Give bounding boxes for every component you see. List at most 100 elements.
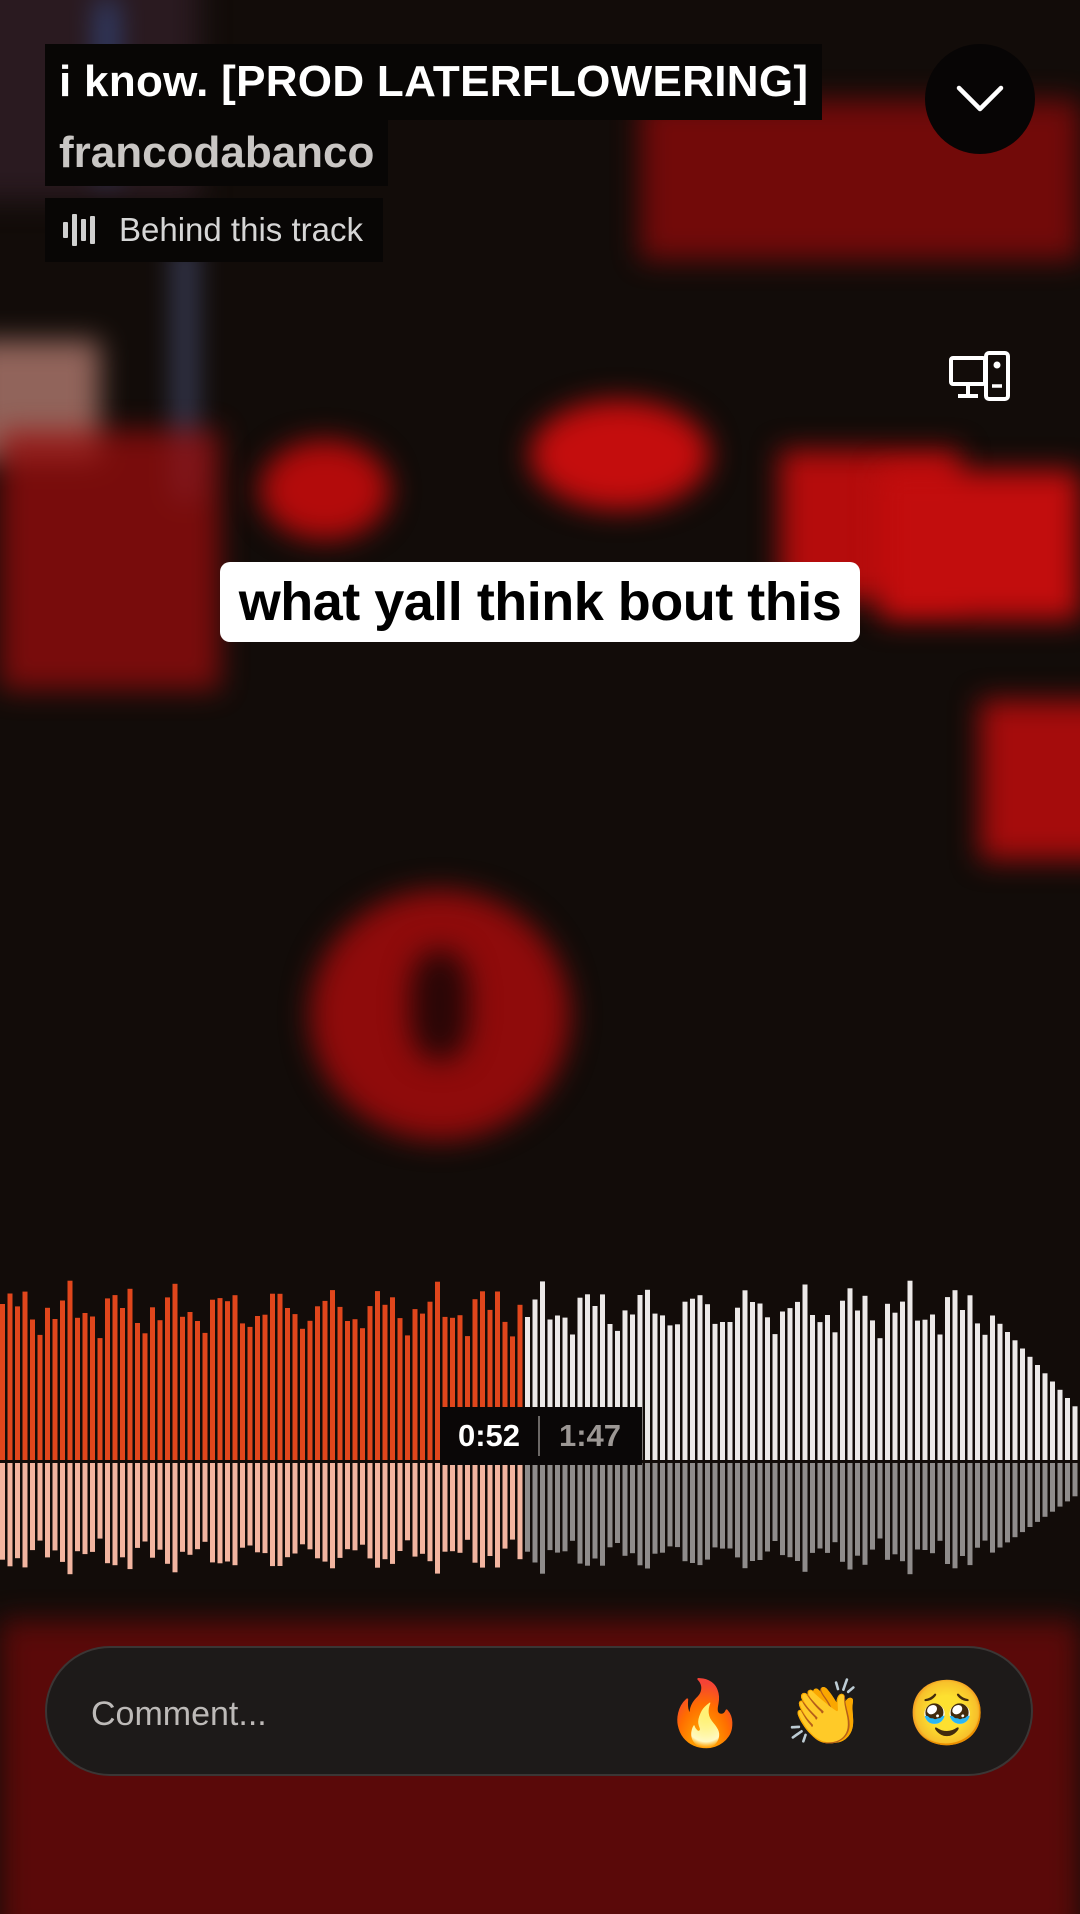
waveform-bar [37, 1334, 43, 1460]
waveform-reflection-bar [517, 1463, 523, 1560]
devices-icon [949, 351, 1010, 401]
collapse-player-button[interactable] [925, 44, 1035, 154]
connect-device-button[interactable] [948, 350, 1012, 404]
waveform-bar [750, 1302, 755, 1460]
waveform-reflection-bar [840, 1463, 845, 1562]
waveform-reflection-bar [210, 1463, 215, 1563]
waveform-bar [352, 1319, 358, 1460]
waveform-bar [1020, 1348, 1025, 1460]
current-time: 0:52 [457, 1418, 521, 1453]
waveform-bar [180, 1316, 185, 1460]
waveform-reflection-bar [97, 1463, 103, 1539]
waveform-bar [360, 1328, 365, 1460]
waveform-bar [45, 1307, 50, 1460]
waveform-bar [690, 1298, 695, 1460]
waveform-reflection-bar [930, 1463, 935, 1554]
waveform-bar [382, 1304, 388, 1460]
track-title-box[interactable]: i know. [PROD LATERFLOWERING] [45, 44, 823, 120]
waveform-bar [817, 1322, 823, 1460]
comment-input[interactable] [89, 1683, 613, 1745]
waveform-bar [427, 1301, 433, 1460]
waveform-bar [645, 1289, 650, 1460]
waveform-reflection-bar [1020, 1463, 1025, 1533]
waveform-reflection-bar [52, 1463, 58, 1551]
waveform-bar [990, 1315, 995, 1460]
waveform-reflection-bar [60, 1463, 65, 1562]
waveform-reflection-bar [195, 1463, 200, 1550]
waveform-reflection-bar [105, 1463, 110, 1564]
waveform-bar [795, 1301, 800, 1460]
waveform-bar [300, 1328, 305, 1460]
waveform-bar [0, 1304, 5, 1460]
waveform-reflection-bar [945, 1463, 950, 1564]
waveform-bar [210, 1299, 215, 1460]
waveform-bar [855, 1310, 860, 1460]
waveform-reflection-bar [937, 1463, 943, 1541]
waveform-reflection-bar [765, 1463, 770, 1552]
waveform-reflection-bar [997, 1463, 1003, 1548]
waveform-reflection-bar [330, 1463, 335, 1569]
waveform-reflection-bar [525, 1463, 530, 1552]
waveform-bar [67, 1280, 73, 1460]
waveform-bar [960, 1310, 965, 1460]
waveform-reflection-bar [630, 1463, 635, 1554]
waveform-bar [982, 1334, 988, 1460]
track-title[interactable]: i know. [PROD LATERFLOWERING] [59, 57, 808, 107]
waveform-bar [142, 1333, 148, 1460]
track-caption: what yall think bout this [220, 562, 860, 642]
waveform-reflection-bar [1057, 1463, 1063, 1507]
behind-this-track-button[interactable]: Behind this track [45, 198, 383, 262]
waveform-bar [877, 1338, 883, 1460]
waveform-reflection-bar [225, 1463, 230, 1562]
waveform-bar [262, 1314, 268, 1460]
waveform-reflection-bar [82, 1463, 88, 1555]
waveform-bar [15, 1306, 20, 1460]
waveform-reflection-bar [427, 1463, 433, 1562]
waveform-bar [907, 1280, 913, 1460]
waveform-reflection-bar [660, 1463, 665, 1553]
waveform-bar [75, 1317, 80, 1460]
artist-name[interactable]: francodabanco [59, 128, 374, 178]
waveform-bar [322, 1300, 328, 1460]
time-display: 0:52 1:47 [440, 1407, 642, 1465]
clap-reaction-button[interactable]: 👏 [785, 1674, 865, 1754]
waveform-reflection-bar [652, 1463, 658, 1554]
waveform-reflection-bar [382, 1463, 388, 1560]
waveform-bar [330, 1290, 335, 1460]
waveform-reflection-bar [870, 1463, 875, 1550]
waveform-reflection-bar [217, 1463, 223, 1564]
waveform-bar [150, 1307, 155, 1460]
waveform-reflection-bar [922, 1463, 928, 1550]
waveform-bar [1065, 1398, 1070, 1460]
waveform-reflection-bar [690, 1463, 695, 1563]
waveform-bar [420, 1313, 425, 1460]
waveform-bar [697, 1295, 703, 1460]
waveform-bar [742, 1290, 748, 1460]
waveform-reflection-bar [270, 1463, 275, 1567]
fire-reaction-button[interactable]: 🔥 [665, 1674, 745, 1754]
waveform-reflection-bar [90, 1463, 95, 1552]
waveform-reflection-bar [877, 1463, 883, 1539]
waveform-bar [187, 1312, 193, 1460]
artist-name-box[interactable]: francodabanco [45, 120, 389, 186]
waveform-reflection-bar [142, 1463, 148, 1542]
waveform-reflection-bar [285, 1463, 290, 1558]
waveform-reflection-bar [990, 1463, 995, 1553]
waveform-reflection-bar [487, 1463, 493, 1556]
waveform-bar [405, 1335, 410, 1460]
waveform-reflection-bar [112, 1463, 118, 1566]
waveform-reflection-bar [570, 1463, 575, 1541]
waveform-bar [952, 1290, 958, 1460]
waveform-bar [52, 1319, 58, 1460]
waveform-reflection-bar [562, 1463, 568, 1552]
waveform-reflection-bar [120, 1463, 125, 1558]
waveform-bar [975, 1323, 980, 1460]
teary-face-reaction-button[interactable]: 🥹 [907, 1674, 987, 1754]
waveform-reflection-bar [450, 1463, 455, 1552]
waveform-reflection-bar [465, 1463, 470, 1540]
waveform-bar [1057, 1389, 1063, 1461]
waveform-bar [112, 1295, 118, 1460]
waveform-bar [862, 1295, 868, 1460]
waveform-reflection-bar [247, 1463, 253, 1546]
waveform-reflection-bar [1050, 1463, 1055, 1512]
